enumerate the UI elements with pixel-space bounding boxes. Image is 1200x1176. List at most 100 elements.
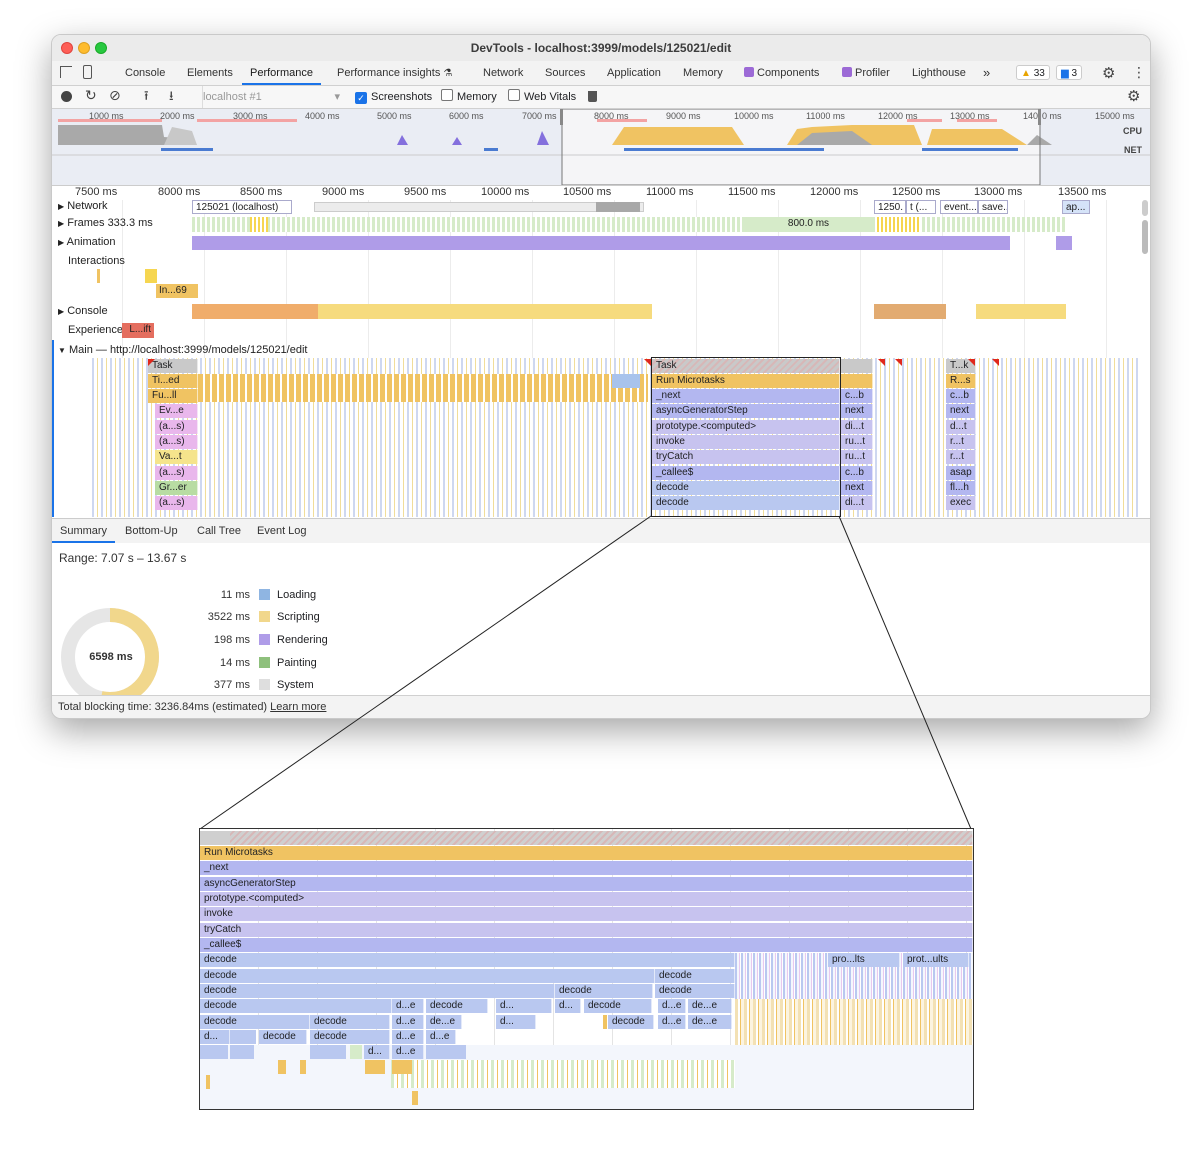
- flame-entry[interactable]: decode: [584, 999, 652, 1013]
- trash-icon[interactable]: [588, 91, 597, 102]
- flame-entry[interactable]: d...e: [392, 1015, 424, 1029]
- tab-event-log[interactable]: Event Log: [257, 519, 307, 543]
- flame-entry[interactable]: Task: [148, 359, 198, 373]
- track-main[interactable]: ▼ Main — http://localhost:3999/models/12…: [58, 344, 307, 356]
- flame-entry[interactable]: _callee$: [200, 938, 973, 952]
- network-request[interactable]: ap...: [1062, 200, 1090, 214]
- load-profile-icon[interactable]: ⭱: [144, 87, 149, 109]
- flame-entry[interactable]: Task: [652, 359, 840, 373]
- flame-entry[interactable]: (a...s): [155, 420, 198, 434]
- flame-entry[interactable]: R...s: [946, 374, 976, 388]
- animation-bar[interactable]: [192, 236, 1010, 250]
- flame-entry[interactable]: r...t: [946, 435, 976, 449]
- tab-sources[interactable]: Sources: [545, 61, 585, 85]
- flame-entry[interactable]: d...e: [658, 1015, 686, 1029]
- flame-entry[interactable]: _next: [200, 861, 973, 875]
- flame-entry[interactable]: ru...t: [841, 450, 873, 464]
- timeline-overview[interactable]: 1000 ms 2000 ms 3000 ms 4000 ms 5000 ms …: [52, 109, 1150, 186]
- flame-entry[interactable]: di...t: [841, 420, 873, 434]
- flame-entry[interactable]: _callee$: [652, 466, 840, 480]
- animation-bar[interactable]: [1056, 236, 1072, 250]
- flame-entry[interactable]: asap: [946, 466, 976, 480]
- flame-entry[interactable]: d...: [364, 1045, 390, 1059]
- network-request[interactable]: save...: [978, 200, 1008, 214]
- settings-gear-icon[interactable]: ⚙: [1102, 64, 1115, 82]
- tab-console[interactable]: Console: [125, 61, 165, 85]
- network-request-bar[interactable]: [596, 202, 640, 212]
- flame-entry[interactable]: next: [946, 404, 976, 418]
- tab-call-tree[interactable]: Call Tree: [197, 519, 241, 543]
- frame-item[interactable]: 800.0 ms: [742, 217, 872, 232]
- network-request[interactable]: 125021 (localhost): [192, 200, 292, 214]
- flame-entry[interactable]: invoke: [652, 435, 840, 449]
- tab-memory[interactable]: Memory: [683, 61, 723, 85]
- flame-entry[interactable]: decode: [652, 481, 840, 495]
- tracks-scrollbar-top[interactable]: [1142, 200, 1148, 216]
- track-network[interactable]: ▶ Network: [58, 200, 108, 212]
- reload-profile-icon[interactable]: ↻: [85, 87, 97, 104]
- tab-performance-insights[interactable]: Performance insights ⚗: [337, 61, 452, 85]
- device-toolbar-icon[interactable]: [83, 65, 92, 79]
- flame-entry[interactable]: decode: [200, 999, 392, 1013]
- interaction-item[interactable]: In...69: [156, 284, 198, 298]
- flame-entry[interactable]: decode: [652, 496, 840, 510]
- frame-item[interactable]: [877, 217, 921, 232]
- tab-profiler[interactable]: Profiler: [842, 61, 890, 85]
- flame-entry[interactable]: decode: [200, 969, 655, 983]
- flame-entry[interactable]: prototype.<computed>: [652, 420, 840, 434]
- network-request[interactable]: event...: [940, 200, 978, 214]
- flame-entry[interactable]: r...t: [946, 450, 976, 464]
- flame-entry[interactable]: decode: [655, 969, 735, 983]
- flame-entry[interactable]: d...: [555, 999, 581, 1013]
- flame-entry[interactable]: tryCatch: [200, 923, 973, 937]
- flame-entry[interactable]: d...e: [392, 1030, 424, 1044]
- web-vitals-checkbox[interactable]: Web Vitals: [508, 86, 576, 108]
- flame-entry[interactable]: c...b: [841, 389, 873, 403]
- flame-entry[interactable]: decode: [310, 1030, 390, 1044]
- flame-entry[interactable]: asyncGeneratorStep: [652, 404, 840, 418]
- zoomed-flame-chart[interactable]: Task Run Microtasks _next asyncGenerator…: [199, 828, 974, 1110]
- console-timing[interactable]: [318, 304, 652, 319]
- flame-entry[interactable]: d...e: [426, 1030, 456, 1044]
- flame-entry[interactable]: de...e: [688, 999, 732, 1013]
- flame-entry[interactable]: Run Microtasks: [200, 846, 973, 860]
- tab-network[interactable]: Network: [483, 61, 523, 85]
- flame-entry[interactable]: Fu...ll: [148, 389, 198, 403]
- flame-entry[interactable]: decode: [608, 1015, 654, 1029]
- tracks-scrollbar[interactable]: [1142, 220, 1148, 254]
- flame-entry[interactable]: [841, 359, 873, 373]
- track-experience[interactable]: Experience: [68, 324, 123, 336]
- flame-entry[interactable]: de...e: [426, 1015, 462, 1029]
- screenshots-checkbox[interactable]: ✓ Screenshots: [355, 86, 432, 108]
- save-profile-icon[interactable]: ⭳: [169, 87, 174, 109]
- console-timing[interactable]: [976, 304, 1066, 319]
- flame-entry[interactable]: d...: [496, 999, 552, 1013]
- console-timing[interactable]: [192, 304, 318, 319]
- flame-entry[interactable]: tryCatch: [652, 450, 840, 464]
- flame-entry[interactable]: d...: [200, 1030, 230, 1044]
- tab-application[interactable]: Application: [607, 61, 661, 85]
- flame-entry[interactable]: ru...t: [841, 435, 873, 449]
- capture-settings-gear-icon[interactable]: ⚙: [1127, 87, 1140, 105]
- flame-entry[interactable]: prototype.<computed>: [200, 892, 973, 906]
- more-tabs-icon[interactable]: »: [983, 61, 990, 85]
- flame-entry[interactable]: (a...s): [155, 435, 198, 449]
- flame-entry[interactable]: decode: [259, 1030, 307, 1044]
- target-select[interactable]: localhost #1 ▾: [202, 86, 340, 108]
- flame-entry[interactable]: Gr...er: [155, 481, 198, 495]
- flame-entry[interactable]: d...e: [392, 1045, 424, 1059]
- flame-entry[interactable]: de...e: [688, 1015, 732, 1029]
- flame-entry[interactable]: Va...t: [155, 450, 198, 464]
- flame-entry[interactable]: d...e: [658, 999, 686, 1013]
- flame-entry[interactable]: (a...s): [155, 466, 198, 480]
- flame-entry[interactable]: Ev...e: [155, 404, 198, 418]
- record-icon[interactable]: [61, 91, 72, 102]
- flame-entry[interactable]: Run Microtasks: [652, 374, 840, 388]
- tab-components[interactable]: Components: [744, 61, 819, 85]
- flame-entry[interactable]: decode: [200, 953, 735, 967]
- tab-lighthouse[interactable]: Lighthouse: [912, 61, 966, 85]
- flame-entry[interactable]: exec: [946, 496, 976, 510]
- track-console[interactable]: ▶ Console: [58, 305, 108, 317]
- flame-entry[interactable]: (a...s): [155, 496, 198, 510]
- tab-summary[interactable]: Summary: [52, 519, 116, 543]
